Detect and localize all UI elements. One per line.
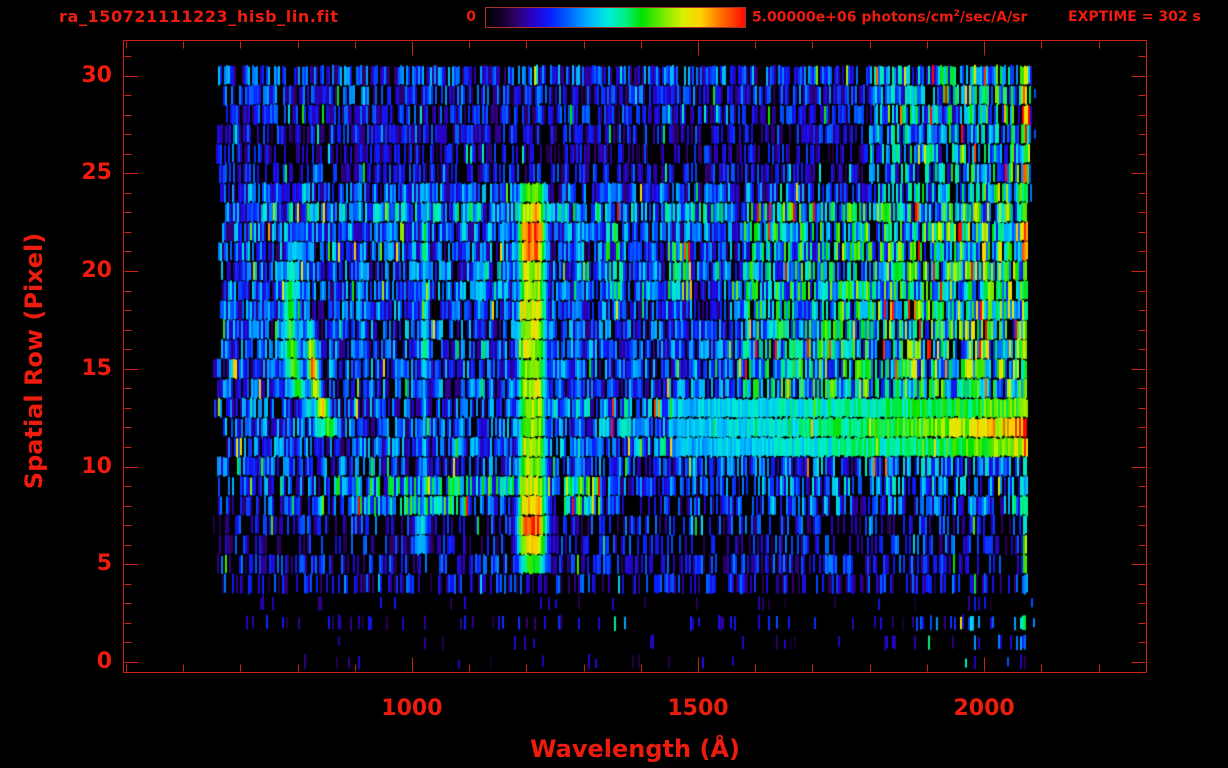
- y-tick-label: 15: [81, 355, 112, 381]
- y-tick-label: 0: [96, 649, 112, 674]
- colorbar-max-value: 5.00000e+06: [752, 9, 857, 26]
- x-tick-label: 2000: [953, 696, 1015, 721]
- spectral-image[interactable]: [123, 40, 1146, 672]
- x-tick-label: 1000: [381, 696, 443, 721]
- exptime-label: EXPTIME = 302 s: [1068, 9, 1201, 25]
- spectrograph-viewer-window: ra_150721111223_hisb_lin.fit 0 5.00000e+…: [0, 0, 1228, 768]
- file-title: ra_150721111223_hisb_lin.fit: [59, 7, 339, 26]
- x-tick-label: 1500: [667, 696, 729, 721]
- colorbar-units: photons/cm: [861, 9, 954, 26]
- y-tick-label: 30: [81, 62, 112, 88]
- y-tick-label: 25: [81, 160, 112, 186]
- colorbar-units-suffix: /sec/A/sr: [959, 9, 1028, 26]
- colorbar-max-label: 5.00000e+06 photons/cm2/sec/A/sr: [752, 9, 1027, 26]
- colorbar-min-label: 0: [466, 9, 476, 25]
- y-axis-title: Spatial Row (Pixel): [20, 232, 48, 490]
- y-tick-label: 20: [81, 258, 112, 283]
- x-axis-title: Wavelength (Å): [530, 735, 740, 763]
- colorbar: [485, 7, 746, 28]
- y-tick-label: 5: [96, 551, 112, 577]
- y-tick-label: 10: [81, 453, 112, 479]
